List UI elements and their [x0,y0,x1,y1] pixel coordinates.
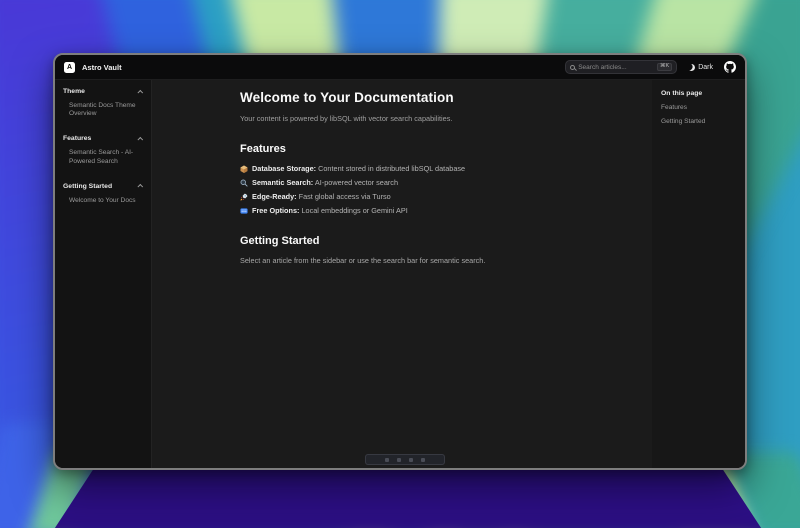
toolbar-glyph-icon [397,458,401,462]
sidebar-item-semantic-docs-theme-overview[interactable]: Semantic Docs Theme Overview [69,102,143,118]
sidebar-item-semantic-search[interactable]: Semantic Search - AI-Powered Search [69,149,143,165]
sidebar-section-label: Theme [63,88,85,95]
sidebar-section-toggle-theme[interactable]: Theme [63,88,143,95]
article: Welcome to Your Documentation Your conte… [240,90,652,265]
bottom-overlay-toolbar[interactable] [365,454,445,465]
window-body: Theme Semantic Docs Theme Overview Featu… [55,80,745,468]
github-link[interactable] [724,61,736,73]
sidebar-section-label: Getting Started [63,183,112,190]
toolbar-glyph-icon [385,458,389,462]
page-intro: Your content is powered by libSQL with v… [240,114,652,123]
page-title: Welcome to Your Documentation [240,90,652,105]
feature-text: Free Options: Local embeddings or Gemini… [252,206,408,215]
app-window: A Astro Vault ⌘K Dark Theme Se [53,53,747,470]
search-icon [570,65,575,70]
feature-text: Edge-Ready: Fast global access via Turso [252,192,391,201]
sidebar-section-toggle-features[interactable]: Features [63,135,143,142]
moon-icon [687,63,696,72]
toc-link-features[interactable]: Features [661,104,741,111]
on-this-page-panel: On this page Features Getting Started [652,80,747,468]
theme-toggle-label: Dark [698,64,713,71]
search-input[interactable] [578,64,654,71]
search-box[interactable]: ⌘K [565,60,677,74]
free-badge-icon [240,207,248,215]
chevron-up-icon [137,89,143,95]
sidebar-section-getting-started: Getting Started Welcome to Your Docs [63,183,143,205]
github-icon [724,61,736,73]
features-heading: Features [240,143,652,155]
toc-link-getting-started[interactable]: Getting Started [661,118,741,125]
rocket-icon [240,193,248,201]
app-logo[interactable]: A [64,62,75,73]
getting-started-text: Select an article from the sidebar or us… [240,256,652,265]
app-logo-letter: A [67,64,72,71]
main-content: Welcome to Your Documentation Your conte… [152,80,652,468]
features-list: Database Storage: Content stored in dist… [240,164,652,215]
chevron-up-icon [137,184,143,190]
toolbar-glyph-icon [409,458,413,462]
sidebar-section-toggle-getting-started[interactable]: Getting Started [63,183,143,190]
feature-item: Database Storage: Content stored in dist… [240,164,652,173]
theme-toggle-button[interactable]: Dark [684,62,717,73]
feature-item: Free Options: Local embeddings or Gemini… [240,206,652,215]
sidebar-section-features: Features Semantic Search - AI-Powered Se… [63,135,143,165]
toolbar-glyph-icon [421,458,425,462]
search-shortcut-badge: ⌘K [657,63,672,72]
sidebar-item-welcome-to-your-docs[interactable]: Welcome to Your Docs [69,197,143,205]
app-title: Astro Vault [82,63,122,72]
chevron-up-icon [137,137,143,143]
getting-started-heading: Getting Started [240,235,652,247]
feature-item: Semantic Search: AI-powered vector searc… [240,178,652,187]
toc-title: On this page [661,90,741,97]
sidebar-section-theme: Theme Semantic Docs Theme Overview [63,88,143,118]
sidebar: Theme Semantic Docs Theme Overview Featu… [55,80,152,468]
app-header: A Astro Vault ⌘K Dark [55,55,745,80]
package-icon [240,165,248,173]
feature-text: Semantic Search: AI-powered vector searc… [252,178,398,187]
feature-text: Database Storage: Content stored in dist… [252,164,465,173]
feature-item: Edge-Ready: Fast global access via Turso [240,192,652,201]
sidebar-section-label: Features [63,135,91,142]
magnifier-icon [240,179,248,187]
